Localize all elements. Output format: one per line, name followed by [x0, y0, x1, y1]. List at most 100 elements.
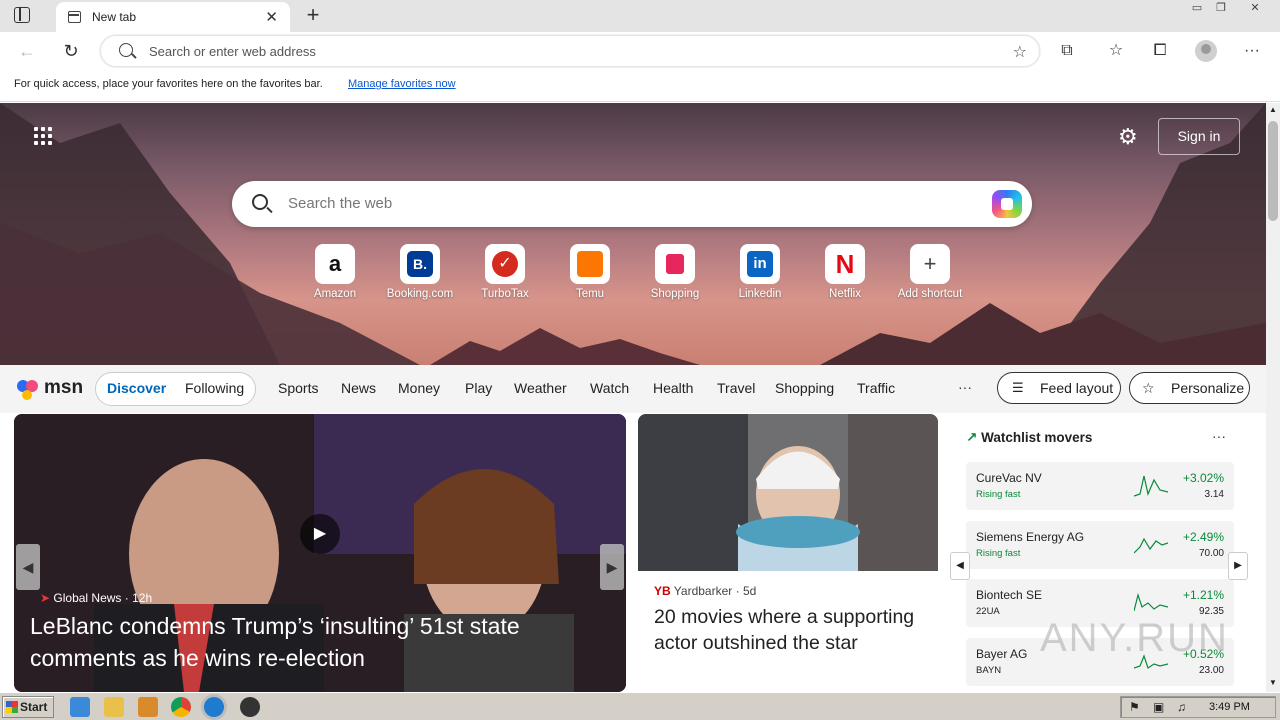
- tab-new-tab[interactable]: New tab ✕: [56, 2, 290, 32]
- system-tray: ⚑ ▣ ♫ 3:49 PM: [1120, 696, 1276, 718]
- nav-watch[interactable]: Watch: [590, 380, 629, 396]
- start-button[interactable]: Start: [2, 696, 54, 718]
- stock-name: Biontech SE: [976, 588, 1043, 602]
- folder-icon[interactable]: [104, 697, 124, 717]
- shortcut-turbotax[interactable]: ✓ TurboTax: [465, 244, 545, 304]
- sign-in-button[interactable]: Sign in: [1158, 118, 1240, 155]
- clock[interactable]: 3:49 PM: [1209, 701, 1250, 713]
- ie-icon[interactable]: [70, 697, 90, 717]
- nav-health[interactable]: Health: [653, 380, 693, 396]
- tab-discover[interactable]: Discover: [107, 380, 166, 396]
- nav-shopping[interactable]: Shopping: [775, 380, 834, 396]
- shortcut-label: TurboTax: [481, 288, 529, 300]
- main-card-headline[interactable]: LeBlanc condemns Trump’s ‘insulting’ 51s…: [30, 610, 610, 674]
- page-scrollbar[interactable]: ▲ ▼: [1266, 103, 1280, 692]
- tab-following[interactable]: Following: [185, 380, 244, 396]
- favorites-icon[interactable]: ☆: [1104, 40, 1128, 62]
- second-card-headline[interactable]: 20 movies where a supporting actor outsh…: [654, 604, 924, 656]
- watchlist-prev-button[interactable]: ◀: [950, 552, 970, 580]
- refresh-button[interactable]: ↻: [60, 40, 82, 62]
- more-menu-icon[interactable]: ···: [1240, 40, 1264, 62]
- browser-toolbar: ← ↻ Search or enter web address ☆ ⧉ ☆ ⧠ …: [0, 32, 1280, 70]
- play-video-icon[interactable]: ▶: [300, 514, 340, 554]
- collections-icon[interactable]: ⧠: [1148, 40, 1172, 62]
- profile-avatar[interactable]: [1195, 40, 1217, 62]
- watchlist-title-text: Watchlist movers: [981, 430, 1093, 445]
- app-x-icon[interactable]: [240, 697, 260, 717]
- hero-background: ⚙ Sign in Search the web a Amazon B. Boo…: [0, 103, 1266, 365]
- address-bar[interactable]: Search or enter web address ☆: [100, 35, 1040, 67]
- chrome-icon[interactable]: [171, 697, 191, 717]
- nav-money[interactable]: Money: [398, 380, 440, 396]
- close-window-button[interactable]: ✕: [1240, 0, 1270, 18]
- sidebar-toggle-icon[interactable]: [14, 7, 30, 23]
- msn-logo[interactable]: msn: [16, 374, 86, 402]
- shortcut-label: Shopping: [650, 288, 700, 300]
- scroll-down-arrow[interactable]: ▼: [1269, 678, 1277, 687]
- sparkline-chart: [1134, 592, 1168, 612]
- flag-icon[interactable]: ⚑: [1129, 700, 1140, 714]
- news-image-thumbnail: [638, 414, 938, 571]
- close-tab-icon[interactable]: ✕: [265, 8, 278, 26]
- copilot-icon[interactable]: [992, 190, 1022, 218]
- tab-title: New tab: [92, 10, 137, 24]
- nav-news[interactable]: News: [341, 380, 376, 396]
- favorites-bar: For quick access, place your favorites h…: [0, 70, 1280, 102]
- volume-icon[interactable]: ♫: [1177, 700, 1186, 714]
- restore-button[interactable]: ❐: [1206, 0, 1236, 18]
- manage-favorites-link[interactable]: Manage favorites now: [348, 78, 456, 90]
- sparkle-icon: ☆: [1142, 380, 1155, 396]
- title-bar: New tab ✕ + ▭ ❐ ✕: [0, 0, 1280, 32]
- shortcut-label: Linkedin: [738, 288, 782, 300]
- watchlist-item[interactable]: Siemens Energy AG Rising fast +2.49% 70.…: [966, 521, 1234, 569]
- shortcut-add[interactable]: + Add shortcut: [890, 244, 970, 304]
- shortcut-label: Temu: [575, 288, 605, 300]
- stock-sub: BAYN: [976, 665, 1002, 676]
- shortcut-amazon[interactable]: a Amazon: [295, 244, 375, 304]
- second-news-card[interactable]: YB Yardbarker · 5d 20 movies where a sup…: [638, 414, 938, 692]
- search-icon: [119, 43, 133, 57]
- back-button[interactable]: ←: [16, 40, 38, 62]
- scroll-thumb[interactable]: [1268, 121, 1278, 221]
- carousel-prev-button[interactable]: ◀: [16, 544, 40, 590]
- apps-grid-icon[interactable]: [34, 127, 54, 147]
- msn-nav-bar: msn Discover Following Sports News Money…: [0, 365, 1266, 413]
- shortcut-shopping[interactable]: Shopping: [635, 244, 715, 304]
- shortcut-label: Amazon: [313, 288, 357, 300]
- media-player-icon[interactable]: [138, 697, 158, 717]
- nav-sports[interactable]: Sports: [278, 380, 318, 396]
- personalize-button[interactable]: ☆ Personalize: [1129, 372, 1250, 404]
- shortcut-booking[interactable]: B. Booking.com: [380, 244, 460, 304]
- scroll-up-arrow[interactable]: ▲: [1269, 105, 1277, 114]
- feed-layout-button[interactable]: ☰ Feed layout: [997, 372, 1121, 404]
- nav-weather[interactable]: Weather: [514, 380, 567, 396]
- amazon-icon: a: [315, 244, 355, 284]
- nav-travel[interactable]: Travel: [717, 380, 755, 396]
- shortcut-temu[interactable]: Temu: [550, 244, 630, 304]
- edge-icon[interactable]: [204, 697, 224, 717]
- watermark-logo: ANY.RUN: [1040, 616, 1229, 660]
- nav-play[interactable]: Play: [465, 380, 492, 396]
- msn-butterfly-icon: [17, 380, 38, 400]
- carousel-next-button[interactable]: ▶: [600, 544, 624, 590]
- nav-traffic[interactable]: Traffic: [857, 380, 895, 396]
- network-icon[interactable]: ▣: [1153, 700, 1164, 714]
- main-news-card[interactable]: ◀ ▶ ▶ ➤ Global News · 12h LeBlanc condem…: [14, 414, 626, 692]
- source-age: 12h: [132, 591, 153, 605]
- add-favorite-icon[interactable]: ☆: [1013, 42, 1027, 62]
- new-tab-button[interactable]: +: [300, 2, 326, 28]
- watchlist-more-icon[interactable]: ···: [1212, 428, 1226, 444]
- settings-gear-icon[interactable]: ⚙: [1118, 126, 1140, 148]
- msn-logo-text: msn: [44, 377, 84, 398]
- web-search-box[interactable]: Search the web: [232, 181, 1032, 227]
- shortcut-linkedin[interactable]: in Linkedin: [720, 244, 800, 304]
- shortcut-label: Netflix: [829, 288, 861, 300]
- watchlist-next-button[interactable]: ▶: [1228, 552, 1248, 580]
- stock-sub: Rising fast: [976, 548, 1021, 559]
- more-nav-icon[interactable]: ···: [958, 379, 972, 395]
- search-icon: [252, 194, 268, 210]
- shortcut-netflix[interactable]: N Netflix: [805, 244, 885, 304]
- extensions-icon[interactable]: ⧉: [1055, 40, 1079, 62]
- netflix-icon: N: [825, 244, 865, 284]
- watchlist-item[interactable]: CureVac NV Rising fast +3.02% 3.14: [966, 462, 1234, 510]
